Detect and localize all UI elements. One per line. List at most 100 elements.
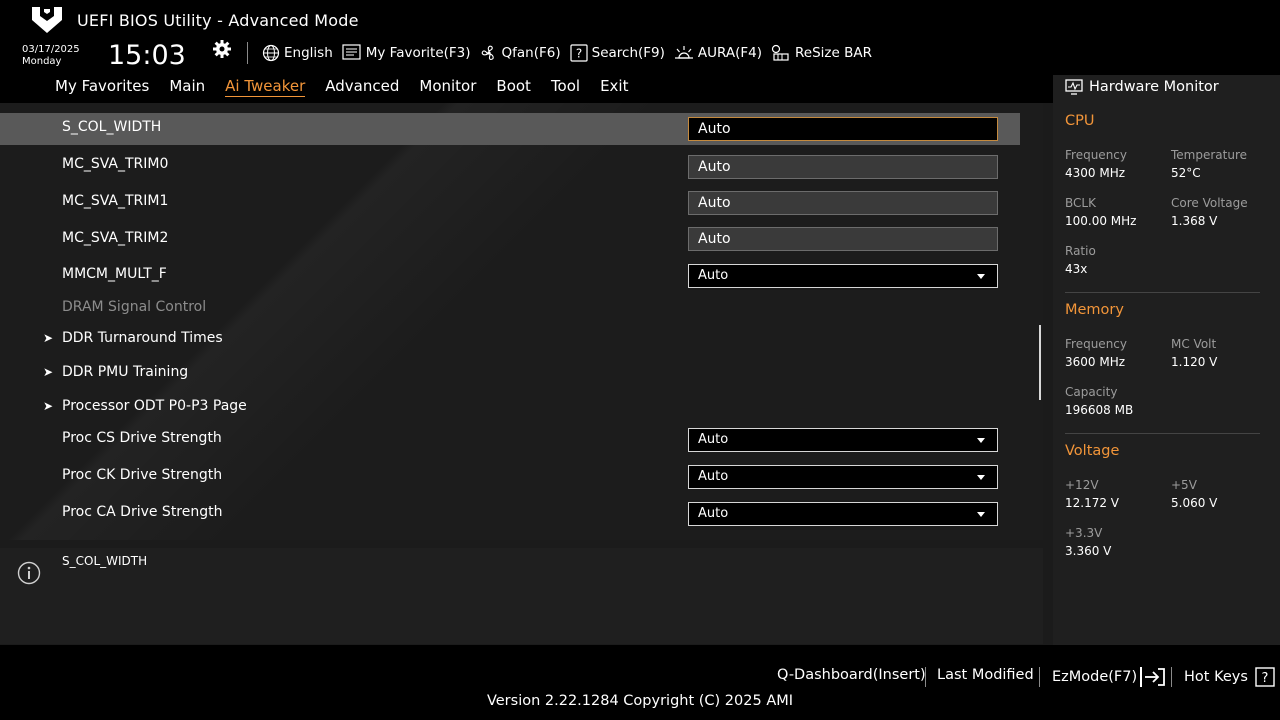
v12-value: 12.172 V	[1065, 496, 1120, 510]
day-text: Monday	[22, 56, 62, 67]
core-voltage-label: Core Voltage	[1171, 196, 1248, 210]
ratio-value: 43x	[1065, 262, 1088, 276]
tab-monitor[interactable]: Monitor	[419, 77, 476, 97]
resize-bar-label: ReSize BAR	[794, 45, 872, 61]
setting-row-mc-sva-trim2[interactable]: MC_SVA_TRIM2 Auto	[0, 224, 1020, 256]
resize-bar-button[interactable]: ReSize BAR	[771, 44, 872, 62]
submenu-processor-odt-page[interactable]: ➤ Processor ODT P0-P3 Page	[0, 392, 1020, 424]
setting-label: MC_SVA_TRIM0	[62, 156, 169, 172]
setting-value-input[interactable]: Auto	[688, 191, 998, 215]
memory-heading: Memory	[1065, 302, 1124, 318]
voltage-heading: Voltage	[1065, 443, 1120, 459]
submenu-ddr-turnaround-times[interactable]: ➤ DDR Turnaround Times	[0, 324, 1020, 356]
dropdown-value: Auto	[698, 432, 729, 447]
my-favorite-label: My Favorite(F3)	[365, 45, 471, 61]
favorite-list-icon	[342, 44, 361, 60]
tab-ai-tweaker[interactable]: Ai Tweaker	[225, 77, 306, 97]
mc-volt-label: MC Volt	[1171, 337, 1217, 351]
qfan-label: Qfan(F6)	[501, 45, 561, 61]
setting-value-dropdown[interactable]: Auto	[688, 428, 998, 452]
submenu-label: DDR PMU Training	[62, 364, 189, 380]
submenu-ddr-pmu-training[interactable]: ➤ DDR PMU Training	[0, 358, 1020, 390]
setting-row-mc-sva-trim1[interactable]: MC_SVA_TRIM1 Auto	[0, 187, 1020, 219]
mc-volt-value: 1.120 V	[1171, 355, 1218, 369]
submenu-arrow-icon: ➤	[43, 331, 54, 345]
setting-row-proc-ck-drive-strength[interactable]: Proc CK Drive Strength Auto	[0, 461, 1020, 493]
resize-bar-icon	[771, 44, 789, 61]
aura-button[interactable]: AURA(F4)	[674, 44, 762, 62]
setting-value-dropdown[interactable]: Auto	[688, 502, 998, 526]
setting-value-dropdown[interactable]: Auto	[688, 264, 998, 288]
setting-label: Proc CS Drive Strength	[62, 430, 222, 446]
question-mark-icon: ?	[1255, 667, 1275, 687]
v5-value: 5.060 V	[1171, 496, 1218, 510]
v12-label: +12V	[1065, 478, 1099, 492]
section-divider	[1065, 433, 1260, 434]
aura-light-icon	[674, 46, 693, 59]
tab-exit[interactable]: Exit	[600, 77, 628, 97]
ezmode-button[interactable]: EzMode(F7)	[1052, 667, 1167, 687]
help-panel: S_COL_WIDTH	[0, 548, 1043, 644]
setting-value-input[interactable]: Auto	[688, 117, 998, 141]
v33-label: +3.3V	[1065, 526, 1103, 540]
capacity-value: 196608 MB	[1065, 403, 1134, 417]
info-icon	[17, 561, 41, 585]
submenu-label: DDR Turnaround Times	[62, 330, 223, 346]
setting-row-mmcm-mult-f[interactable]: MMCM_MULT_F Auto	[0, 260, 1020, 292]
monitor-icon	[1065, 79, 1083, 95]
setting-row-proc-cs-drive-strength[interactable]: Proc CS Drive Strength Auto	[0, 424, 1020, 456]
hot-keys-label: Hot Keys	[1184, 669, 1248, 685]
tab-advanced[interactable]: Advanced	[325, 77, 399, 97]
tuf-logo-icon	[32, 7, 62, 33]
setting-value-input[interactable]: Auto	[688, 155, 998, 179]
section-header-dram-signal-control: DRAM Signal Control	[0, 293, 1020, 325]
settings-scrollbar[interactable]	[1039, 325, 1041, 400]
gear-icon[interactable]	[212, 39, 232, 59]
cpu-heading: CPU	[1065, 113, 1095, 129]
settings-list: S_COL_WIDTH Auto MC_SVA_TRIM0 Auto MC_SV…	[0, 103, 1043, 540]
setting-row-s-col-width[interactable]: S_COL_WIDTH Auto	[0, 113, 1020, 145]
ezmode-label: EzMode(F7)	[1052, 669, 1138, 685]
toolbar-divider	[247, 42, 248, 64]
setting-label: S_COL_WIDTH	[62, 119, 162, 135]
cpu-frequency-value: 4300 MHz	[1065, 166, 1126, 180]
last-modified-button[interactable]: Last Modified	[937, 667, 1034, 683]
v5-label: +5V	[1171, 478, 1197, 492]
search-label: Search(F9)	[591, 45, 665, 61]
submenu-label: Processor ODT P0-P3 Page	[62, 398, 247, 414]
tab-my-favorites[interactable]: My Favorites	[55, 77, 149, 97]
capacity-label: Capacity	[1065, 385, 1118, 399]
q-dashboard-button[interactable]: Q-Dashboard(Insert)	[777, 667, 926, 683]
setting-value-dropdown[interactable]: Auto	[688, 465, 998, 489]
footer-divider	[1039, 667, 1040, 687]
setting-row-mc-sva-trim0[interactable]: MC_SVA_TRIM0 Auto	[0, 150, 1020, 182]
tab-tool[interactable]: Tool	[551, 77, 580, 97]
setting-label: MC_SVA_TRIM1	[62, 193, 169, 209]
svg-text:?: ?	[575, 47, 581, 61]
bclk-value: 100.00 MHz	[1065, 214, 1137, 228]
hardware-monitor-title-text: Hardware Monitor	[1089, 79, 1219, 95]
footer-bar: Q-Dashboard(Insert) Last Modified EzMode…	[0, 645, 1280, 720]
submenu-arrow-icon: ➤	[43, 365, 54, 379]
setting-row-proc-ca-drive-strength[interactable]: Proc CA Drive Strength Auto	[0, 498, 1020, 530]
setting-value-input[interactable]: Auto	[688, 227, 998, 251]
search-button[interactable]: ? Search(F9)	[570, 44, 665, 62]
caret-down-icon	[977, 438, 985, 443]
version-text: Version 2.22.1284 Copyright (C) 2025 AMI	[486, 693, 794, 709]
my-favorite-button[interactable]: My Favorite(F3)	[342, 44, 471, 62]
bclk-label: BCLK	[1065, 196, 1096, 210]
tab-main[interactable]: Main	[169, 77, 205, 97]
fan-icon	[481, 45, 494, 61]
hot-keys-button[interactable]: Hot Keys ?	[1184, 667, 1275, 687]
dropdown-value: Auto	[698, 268, 729, 283]
qfan-button[interactable]: Qfan(F6)	[480, 44, 561, 62]
hardware-monitor-title: Hardware Monitor	[1065, 79, 1219, 95]
language-button[interactable]: English	[262, 44, 333, 62]
section-header-label: DRAM Signal Control	[62, 299, 207, 315]
language-label: English	[284, 45, 333, 61]
cpu-temperature-value: 52°C	[1171, 166, 1201, 180]
hardware-monitor-panel: Hardware Monitor CPU Frequency 4300 MHz …	[1053, 75, 1280, 645]
clock[interactable]: 15:03	[108, 40, 186, 71]
tab-boot[interactable]: Boot	[496, 77, 531, 97]
setting-label: Proc CK Drive Strength	[62, 467, 223, 483]
